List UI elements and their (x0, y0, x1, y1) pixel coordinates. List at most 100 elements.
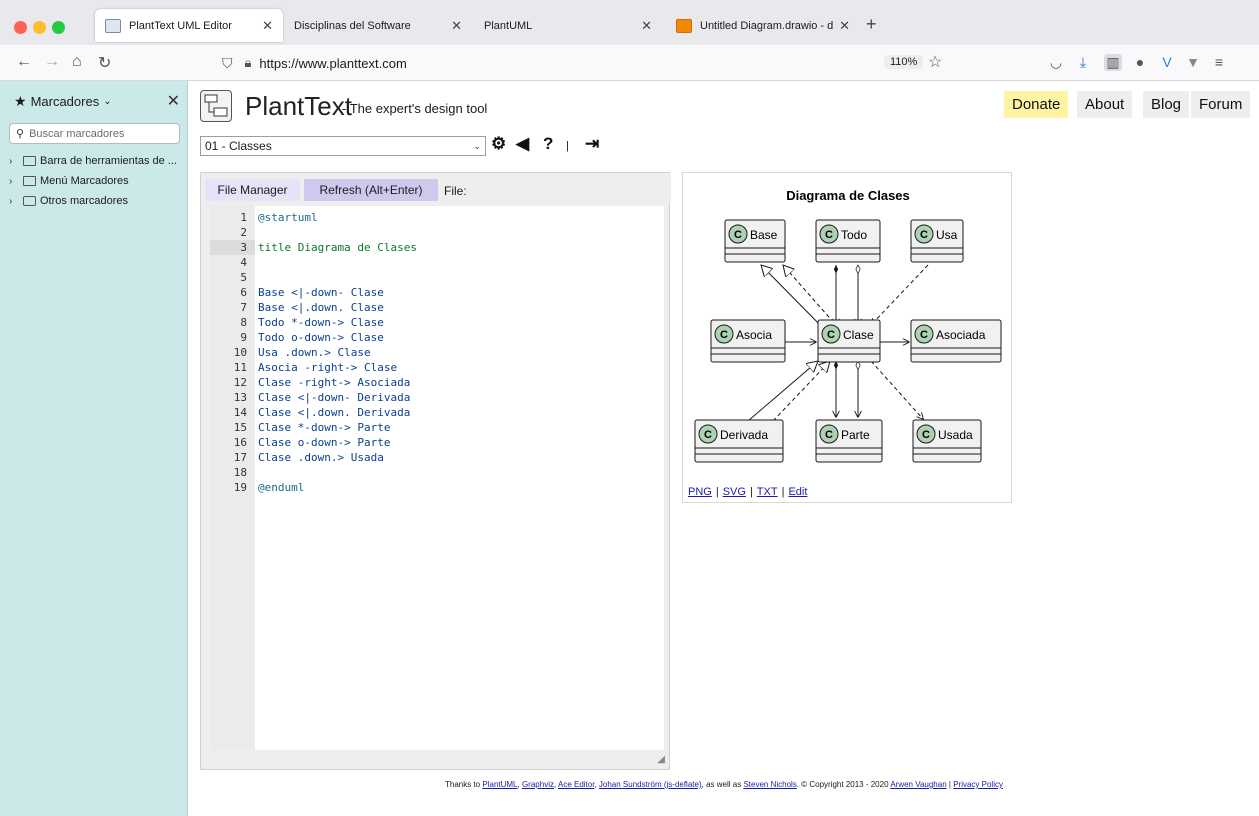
chevron-down-icon[interactable]: ⌄ (103, 96, 111, 107)
chevron-right-icon[interactable]: › (9, 196, 21, 207)
code-line[interactable]: Todo o-down-> Clase (258, 330, 384, 345)
chevron-right-icon[interactable]: › (9, 156, 21, 167)
exit-icon[interactable]: ⇥ (585, 134, 599, 154)
relation-clase-usada (870, 360, 923, 419)
sidebar-item-menu[interactable]: › Menú Marcadores (9, 175, 129, 187)
footer-link-johan[interactable]: Johan Sundström (js-deflate) (599, 780, 702, 789)
file-manager-button[interactable]: File Manager (205, 179, 300, 201)
code-line[interactable]: Clase o-down-> Parte (258, 435, 390, 450)
nav-donate[interactable]: Donate (1004, 91, 1069, 118)
editor-panel: File Manager Refresh (Alt+Enter) File: 1… (200, 172, 671, 770)
tab-plantuml[interactable]: PlantUML ✕ (474, 9, 662, 42)
address-bar[interactable]: ⛉ 🔒︎ https://www.planttext.com (222, 49, 952, 77)
code-line[interactable]: @enduml (258, 480, 304, 495)
chevron-right-icon[interactable]: › (9, 176, 21, 187)
zoom-level[interactable]: 110% (884, 55, 924, 69)
close-icon[interactable]: ✕ (262, 18, 273, 34)
window-minimize-button[interactable] (33, 21, 46, 34)
help-icon[interactable]: ? (543, 134, 553, 154)
bookmarks-search-input[interactable]: ⚲ Buscar marcadores (9, 123, 180, 144)
sample-select-value: 01 - Classes (205, 139, 272, 153)
footer-link-graphviz[interactable]: Graphviz (522, 780, 554, 789)
web-page: PlantText - The expert's design tool Don… (189, 82, 1259, 816)
extension-m-icon[interactable]: ● (1131, 54, 1149, 70)
line-number: 10 (233, 346, 247, 359)
gear-icon[interactable]: ⚙ (491, 134, 506, 154)
download-icon[interactable]: ⤓ (1074, 54, 1092, 71)
line-number: 2 (240, 226, 247, 239)
footer-link-privacy[interactable]: Privacy Policy (953, 780, 1003, 789)
new-tab-button[interactable]: + (866, 14, 877, 35)
tab-title: PlantUML (484, 19, 533, 32)
back-arrow-icon[interactable]: ← (16, 53, 32, 71)
url-text[interactable]: https://www.planttext.com (259, 56, 406, 71)
class-badge-letter: C (825, 229, 833, 241)
resize-grip-icon[interactable]: ◢ (657, 754, 665, 765)
window-zoom-button[interactable] (52, 21, 65, 34)
footer-link-arwen[interactable]: Arwen Vaughan (890, 780, 946, 789)
code-line[interactable]: Clase .down.> Usada (258, 450, 384, 465)
sidebar-title[interactable]: Marcadores (31, 94, 100, 109)
nav-about[interactable]: About (1077, 91, 1133, 118)
refresh-button[interactable]: Refresh (Alt+Enter) (304, 179, 438, 201)
sidebar-toggle-icon[interactable]: ▥ (1104, 54, 1122, 71)
pocket-icon[interactable]: ◡ (1047, 54, 1065, 71)
txt-link[interactable]: TXT (757, 486, 778, 498)
planttext-logo-icon[interactable] (200, 90, 232, 122)
brand-title[interactable]: PlantText (245, 91, 352, 122)
sample-select[interactable]: 01 - Classes ⌄ (200, 136, 486, 156)
code-line[interactable]: Usa .down.> Clase (258, 345, 371, 360)
line-number: 3 (210, 240, 255, 255)
extension-vee-icon[interactable]: ▼ (1184, 54, 1202, 70)
line-number: 19 (233, 481, 247, 494)
footer-link-steven[interactable]: Steven Nichols (743, 780, 796, 789)
menu-hamburger-icon[interactable]: ≡ (1210, 54, 1228, 70)
code-line[interactable]: Base <|-down- Clase (258, 285, 384, 300)
chevron-down-icon: ⌄ (473, 140, 481, 151)
edit-link[interactable]: Edit (788, 486, 807, 498)
close-icon[interactable]: ✕ (641, 18, 652, 34)
code-line[interactable]: @startuml (258, 210, 318, 225)
footer-link-ace[interactable]: Ace Editor (558, 780, 594, 789)
line-number: 11 (233, 361, 247, 374)
reload-icon[interactable]: ↻ (98, 53, 111, 73)
browser-toolbar: ← → ⌂ ↻ ⛉ 🔒︎ https://www.planttext.com 1… (0, 45, 1259, 81)
forward-arrow-icon[interactable]: → (44, 53, 60, 71)
code-line[interactable]: Todo *-down-> Clase (258, 315, 384, 330)
tab-disciplinas[interactable]: Disciplinas del Software ✕ (284, 9, 472, 42)
code-line[interactable]: Base <|.down. Clase (258, 300, 384, 315)
close-icon[interactable]: ✕ (451, 18, 462, 34)
class-usa: C Usa (910, 219, 964, 263)
footer-link-plantuml[interactable]: PlantUML (482, 780, 517, 789)
tab-drawio[interactable]: Untitled Diagram.drawio - diagr ✕ (666, 9, 860, 42)
lock-icon[interactable]: 🔒︎ (245, 55, 252, 71)
home-icon[interactable]: ⌂ (72, 53, 82, 71)
line-number: 12 (233, 376, 247, 389)
code-line[interactable]: Asocia -right-> Clase (258, 360, 397, 375)
sidebar-item-toolbar[interactable]: › Barra de herramientas de ... (9, 155, 177, 167)
png-link[interactable]: PNG (688, 486, 712, 498)
bookmarks-sidebar: ★ Marcadores ⌄ ✕ ⚲ Buscar marcadores › B… (0, 81, 188, 816)
close-icon[interactable]: ✕ (167, 91, 180, 111)
code-editor[interactable]: @startuml title Diagrama de Clases Base <|… (255, 206, 664, 750)
code-line[interactable]: Clase *-down-> Parte (258, 420, 390, 435)
code-line[interactable]: Clase <|-down- Derivada (258, 390, 410, 405)
code-line[interactable]: Clase -right-> Asociada (258, 375, 410, 390)
nav-blog[interactable]: Blog (1143, 91, 1190, 118)
window-close-button[interactable] (14, 21, 27, 34)
tab-planttext[interactable]: PlantText UML Editor ✕ (95, 9, 283, 42)
nav-forum[interactable]: Forum (1191, 91, 1251, 118)
megaphone-icon[interactable]: ◀ (516, 134, 529, 154)
class-name: Todo (841, 228, 867, 242)
code-line[interactable]: Clase <|.down. Derivada (258, 405, 410, 420)
svg-link[interactable]: SVG (723, 486, 746, 498)
sidebar-item-other[interactable]: › Otros marcadores (9, 195, 128, 207)
relation-derivada-clase-solid (747, 361, 818, 422)
code-line[interactable]: title Diagrama de Clases (258, 240, 417, 255)
bookmark-star-icon[interactable]: ☆ (928, 52, 942, 72)
close-icon[interactable]: ✕ (839, 18, 850, 34)
extension-v-icon[interactable]: V (1158, 54, 1176, 70)
shield-icon[interactable]: ⛉ (222, 55, 233, 72)
class-parte: C Parte (815, 419, 883, 463)
line-number: 5 (240, 271, 247, 284)
